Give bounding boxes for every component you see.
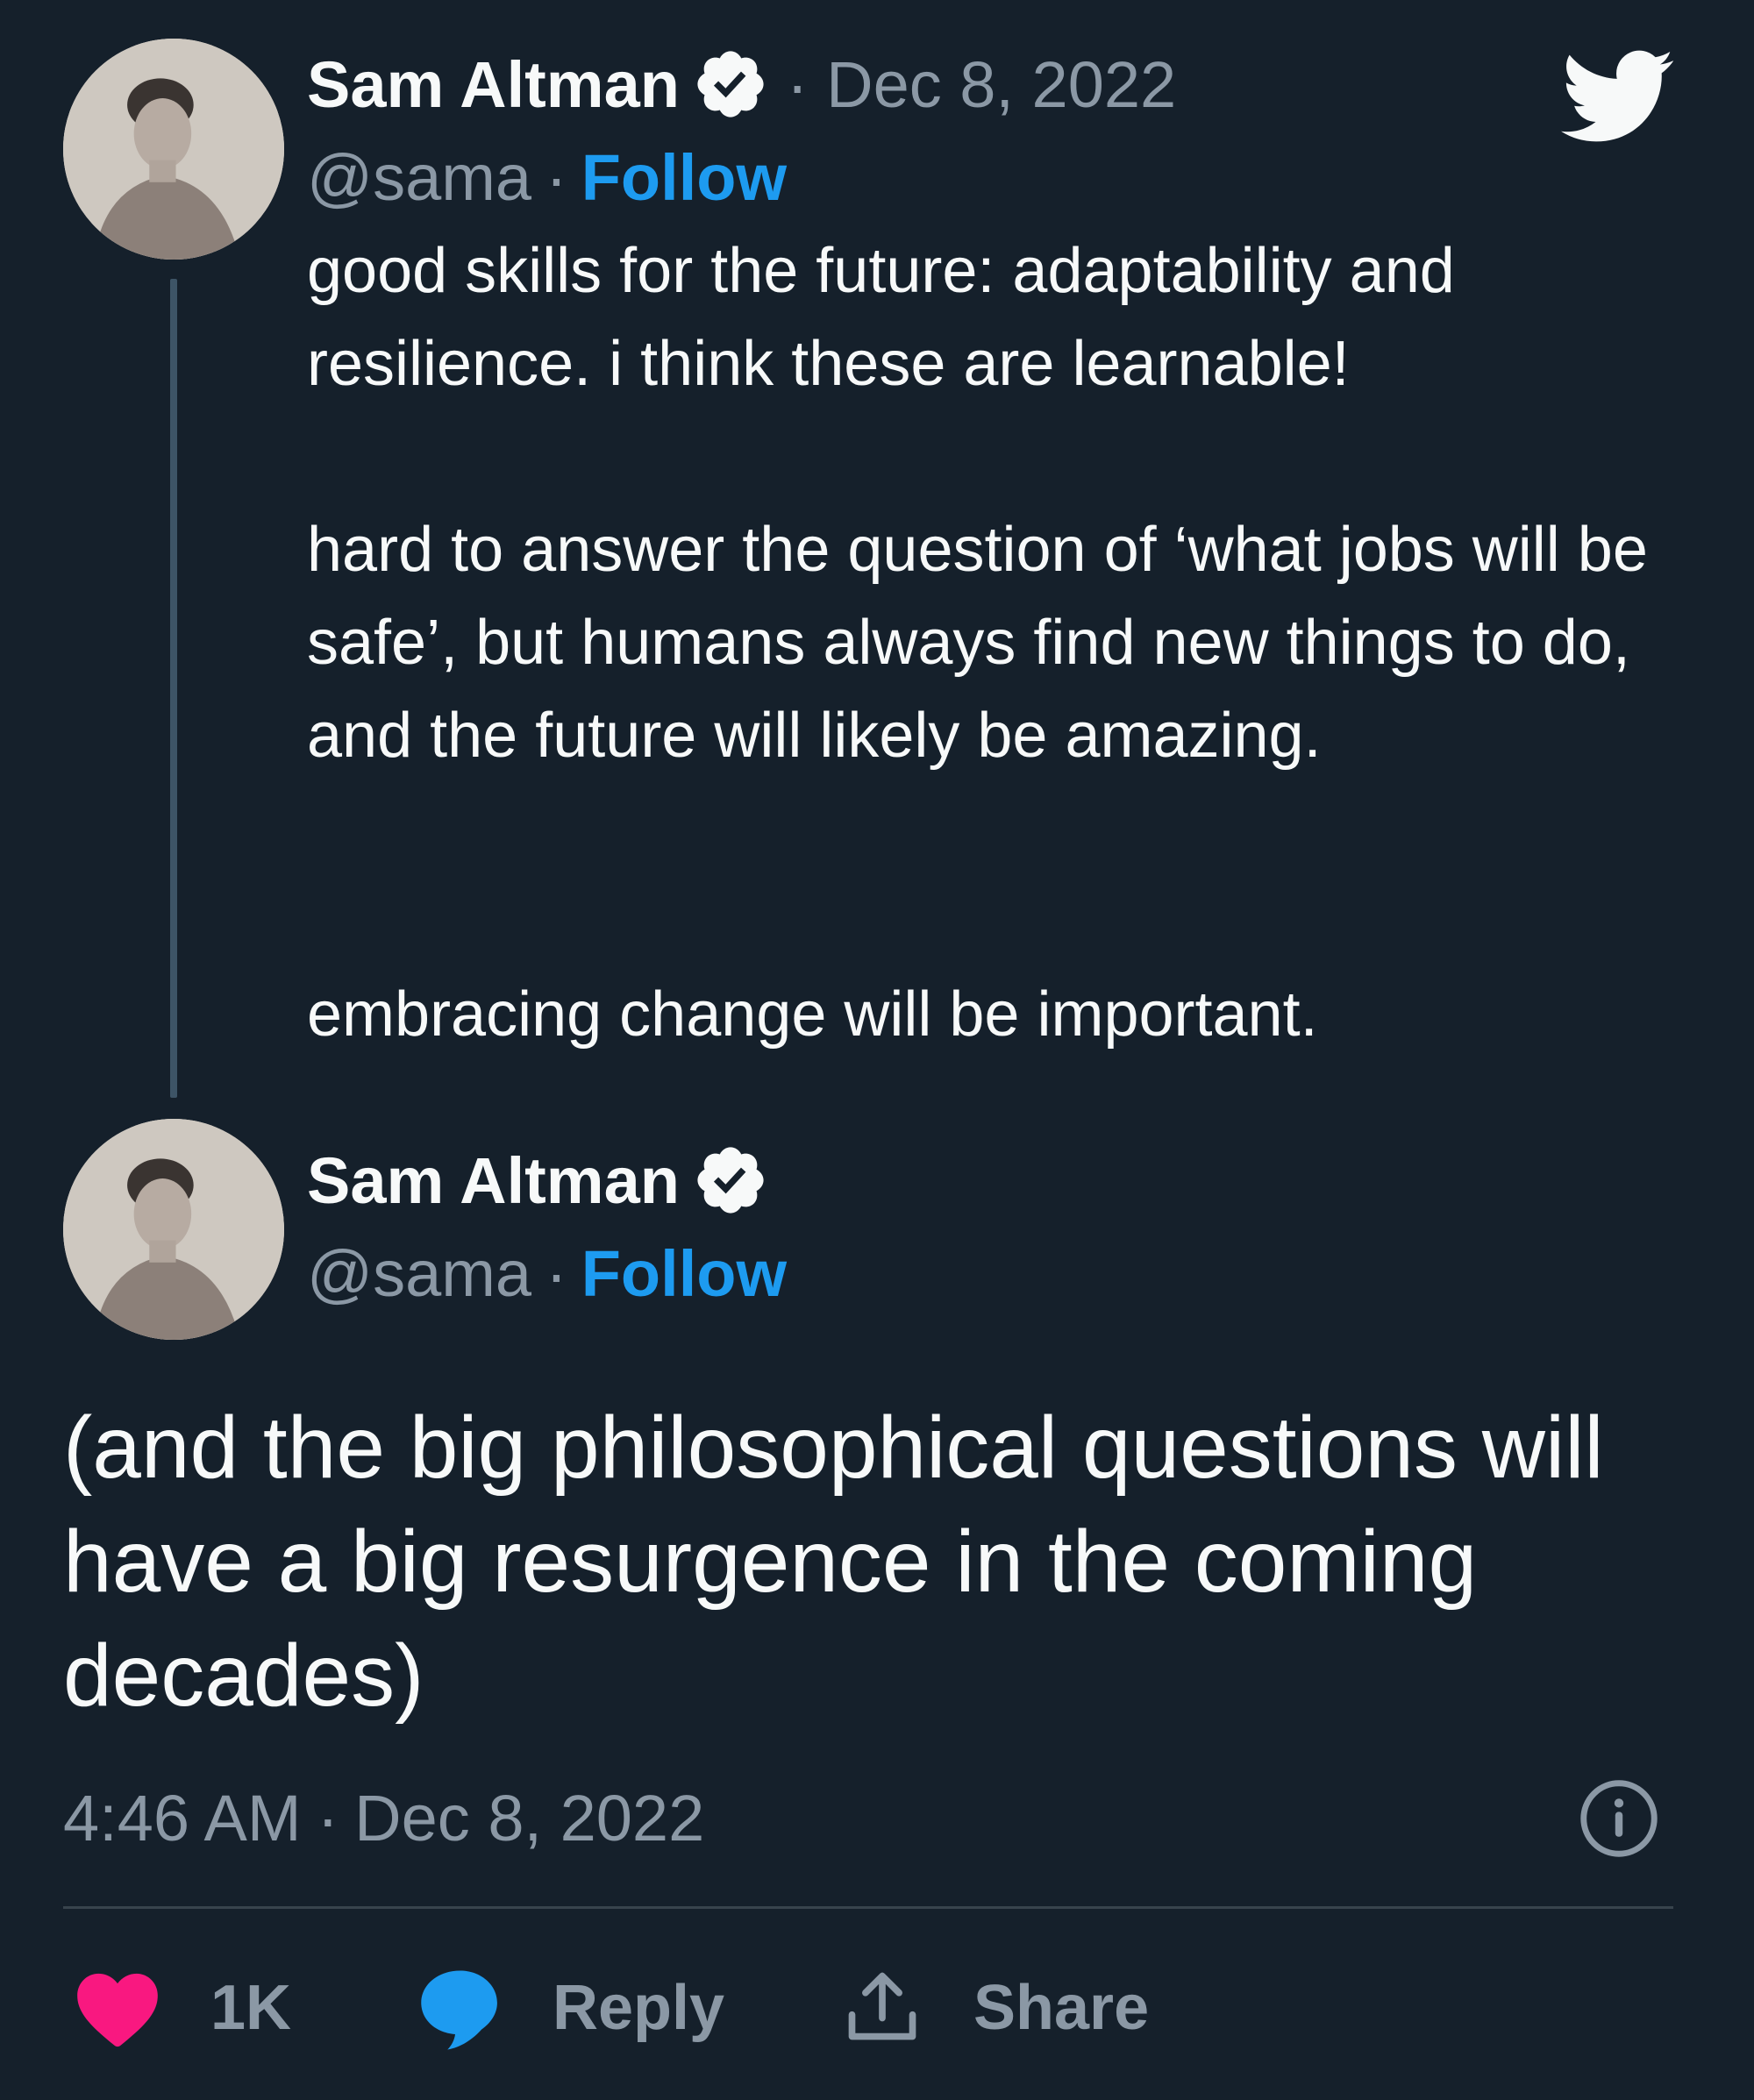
author-avatar[interactable]	[63, 1119, 284, 1340]
separator-dot: ·	[317, 1781, 339, 1854]
like-button[interactable]: 1K	[74, 1964, 291, 2052]
tweet1-handle-row: @sama · Follow	[307, 135, 787, 219]
heart-icon	[74, 1968, 161, 2048]
info-icon[interactable]	[1579, 1778, 1659, 1859]
follow-button[interactable]: Follow	[581, 1236, 787, 1311]
tweet-date[interactable]: · Dec 8, 2022	[787, 47, 1176, 122]
follow-button[interactable]: Follow	[581, 140, 787, 215]
tweet1-paragraph: good skills for the future: adaptability…	[307, 236, 1455, 399]
share-upload-icon	[842, 1968, 923, 2048]
tweet-date: Dec 8, 2022	[354, 1781, 705, 1854]
author-handle[interactable]: @sama	[307, 1236, 531, 1311]
speech-bubble-icon	[416, 1964, 503, 2052]
share-label: Share	[973, 1973, 1150, 2043]
verified-badge-icon	[692, 1142, 769, 1219]
verified-badge-icon	[692, 46, 769, 123]
tweet1-header: Sam Altman · Dec 8, 2022	[307, 44, 1176, 125]
tweet2-header: Sam Altman	[307, 1140, 769, 1221]
tweet1-paragraph: hard to answer the question of ‘what job…	[307, 515, 1648, 771]
author-name[interactable]: Sam Altman	[307, 1143, 680, 1218]
author-avatar[interactable]	[63, 39, 284, 260]
tweet1-paragraph: embracing change will be important.	[307, 979, 1318, 1050]
author-handle[interactable]: @sama	[307, 140, 531, 215]
divider	[63, 1906, 1673, 1909]
thread-connector-line	[170, 279, 177, 1098]
reply-label: Reply	[553, 1973, 725, 2043]
tweet-timestamp[interactable]: 4:46 AM · Dec 8, 2022	[63, 1769, 704, 1866]
twitter-bird-icon[interactable]	[1561, 49, 1675, 146]
reply-button[interactable]: Reply	[416, 1964, 724, 2052]
author-name[interactable]: Sam Altman	[307, 47, 680, 122]
avatar-photo	[63, 39, 284, 260]
share-button[interactable]: Share	[842, 1964, 1149, 2052]
separator-dot: ·	[545, 1236, 567, 1310]
tweet2-handle-row: @sama · Follow	[307, 1231, 787, 1315]
avatar-photo	[63, 1119, 284, 1340]
tweet2-text: (and the big philosophical questions wil…	[63, 1399, 1604, 1725]
tweet-time: 4:46 AM	[63, 1781, 302, 1854]
like-count: 1K	[210, 1973, 292, 2043]
separator-dot: ·	[545, 140, 567, 214]
